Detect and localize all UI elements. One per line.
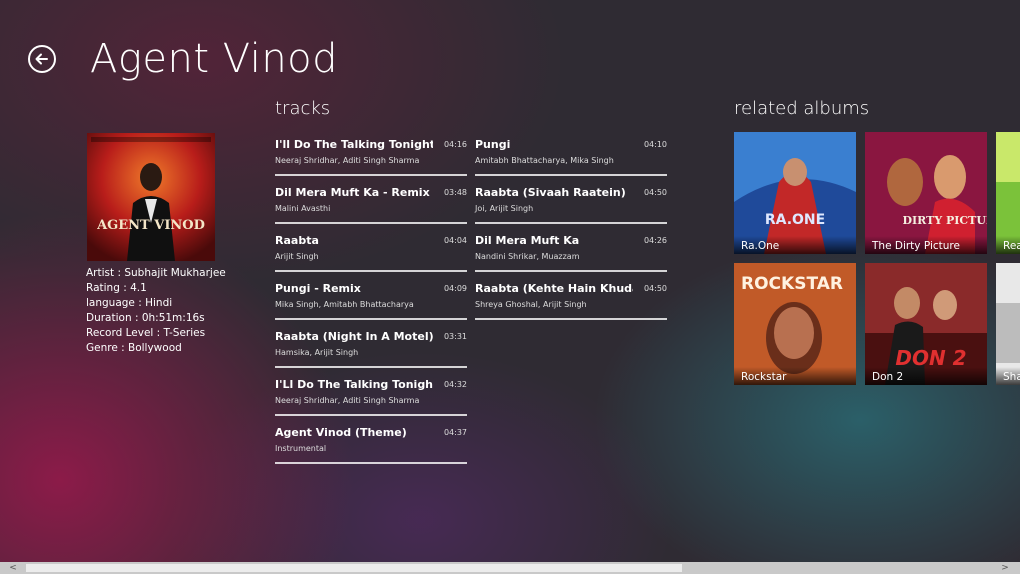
scroll-right-arrow-icon[interactable]: >	[998, 562, 1012, 574]
track-duration: 04:50	[643, 284, 667, 293]
album-info: Artist : Subhajit Mukharjee Rating : 4.1…	[86, 266, 236, 356]
track-item[interactable]: Raabta (Sivaah Raatein) Joi, Arijit Sing…	[475, 184, 667, 224]
album-art-text: RA.ONE	[765, 212, 825, 228]
track-item[interactable]: Raabta Arijit Singh 04:04	[275, 232, 467, 272]
related-album-tile[interactable]: Sha	[996, 263, 1020, 385]
album-label: Don 2	[865, 367, 987, 385]
page-title: Agent Vinod	[90, 36, 339, 82]
related-albums-heading: related albums	[734, 98, 870, 119]
album-label: Rea	[996, 236, 1020, 254]
tracks-column-1: I'll Do The Talking Tonight Neeraj Shrid…	[275, 136, 467, 472]
info-artist: Artist : Subhajit Mukharjee	[86, 267, 226, 279]
track-item[interactable]: I'll Do The Talking Tonight Neeraj Shrid…	[275, 136, 467, 176]
track-title: Agent Vinod (Theme)	[275, 426, 407, 439]
track-duration: 04:50	[643, 188, 667, 197]
track-artist: Neeraj Shridhar, Aditi Singh Sharma	[275, 156, 420, 165]
related-album-tile[interactable]: DON 2 Don 2	[865, 263, 987, 385]
track-item[interactable]: Agent Vinod (Theme) Instrumental 04:37	[275, 424, 467, 464]
track-item[interactable]: Raabta (Night In A Motel) Hamsika, Ariji…	[275, 328, 467, 368]
track-artist: Malini Avasthi	[275, 204, 331, 213]
track-item[interactable]: Dil Mera Muft Ka Nandini Shrikar, Muazza…	[475, 232, 667, 272]
tracks-column-2: Pungi Amitabh Bhattacharya, Mika Singh 0…	[475, 136, 667, 328]
track-item[interactable]: Dil Mera Muft Ka - Remix Malini Avasthi …	[275, 184, 467, 224]
track-title: Raabta (Sivaah Raatein)	[475, 186, 626, 199]
related-album-tile[interactable]: ROCKSTAR Rockstar	[734, 263, 856, 385]
related-album-tile[interactable]: RA.ONE Ra.One	[734, 132, 856, 254]
track-title: Raabta	[275, 234, 319, 247]
track-artist: Arijit Singh	[275, 252, 319, 261]
album-label: Ra.One	[734, 236, 856, 254]
album-art-text: ROCKSTAR	[741, 274, 843, 294]
track-duration: 04:26	[643, 236, 667, 245]
track-artist: Hamsika, Arijit Singh	[275, 348, 359, 357]
track-item[interactable]: I'Ll Do The Talking Tonight -... Neeraj …	[275, 376, 467, 416]
track-artist: Shreya Ghoshal, Arijit Singh	[475, 300, 587, 309]
track-title: Raabta (Night In A Motel)	[275, 330, 433, 343]
info-genre: Genre : Bollywood	[86, 342, 182, 354]
back-arrow-icon	[35, 53, 48, 65]
track-duration: 04:32	[443, 380, 467, 389]
track-artist: Nandini Shrikar, Muazzam	[475, 252, 580, 261]
related-album-tile[interactable]: DIRTY PICTURE The Dirty Picture	[865, 132, 987, 254]
track-duration: 04:04	[443, 236, 467, 245]
tracks-heading: tracks	[275, 98, 331, 119]
track-item[interactable]: Pungi Amitabh Bhattacharya, Mika Singh 0…	[475, 136, 667, 176]
track-item[interactable]: Raabta (Kehte Hain Khuda Ne) Shreya Ghos…	[475, 280, 667, 320]
track-artist: Mika Singh, Amitabh Bhattacharya	[275, 300, 414, 309]
track-title: Dil Mera Muft Ka	[475, 234, 580, 247]
related-album-tile[interactable]: Rea	[996, 132, 1020, 254]
track-artist: Neeraj Shridhar, Aditi Singh Sharma	[275, 396, 420, 405]
scrollbar-thumb[interactable]	[26, 564, 682, 572]
horizontal-scrollbar[interactable]: < >	[0, 562, 1020, 574]
track-title: Pungi - Remix	[275, 282, 361, 295]
scroll-left-arrow-icon[interactable]: <	[6, 562, 20, 574]
track-title: Dil Mera Muft Ka - Remix	[275, 186, 430, 199]
track-artist: Instrumental	[275, 444, 327, 453]
track-duration: 04:16	[443, 140, 467, 149]
track-title: Raabta (Kehte Hain Khuda Ne)	[475, 282, 633, 295]
track-artist: Joi, Arijit Singh	[475, 204, 534, 213]
track-artist: Amitabh Bhattacharya, Mika Singh	[475, 156, 614, 165]
album-label: Sha	[996, 367, 1020, 385]
track-duration: 04:09	[443, 284, 467, 293]
track-duration: 03:48	[443, 188, 467, 197]
info-duration: Duration : 0h:51m:16s	[86, 312, 205, 324]
track-duration: 04:37	[443, 428, 467, 437]
track-title: Pungi	[475, 138, 511, 151]
track-duration: 03:31	[443, 332, 467, 341]
track-duration: 04:10	[643, 140, 667, 149]
album-label: Rockstar	[734, 367, 856, 385]
info-rating: Rating : 4.1	[86, 282, 147, 294]
track-title: I'Ll Do The Talking Tonight -...	[275, 378, 433, 391]
info-language: language : Hindi	[86, 297, 173, 309]
album-label: The Dirty Picture	[865, 236, 987, 254]
info-record-level: Record Level : T-Series	[86, 327, 206, 339]
album-art-text: DIRTY PICTURE	[903, 214, 987, 227]
cover-title-art: AGENT VINOD	[96, 218, 205, 233]
album-cover: AGENT VINOD	[87, 133, 215, 261]
back-button[interactable]	[28, 45, 56, 73]
track-item[interactable]: Pungi - Remix Mika Singh, Amitabh Bhatta…	[275, 280, 467, 320]
track-title: I'll Do The Talking Tonight	[275, 138, 433, 151]
